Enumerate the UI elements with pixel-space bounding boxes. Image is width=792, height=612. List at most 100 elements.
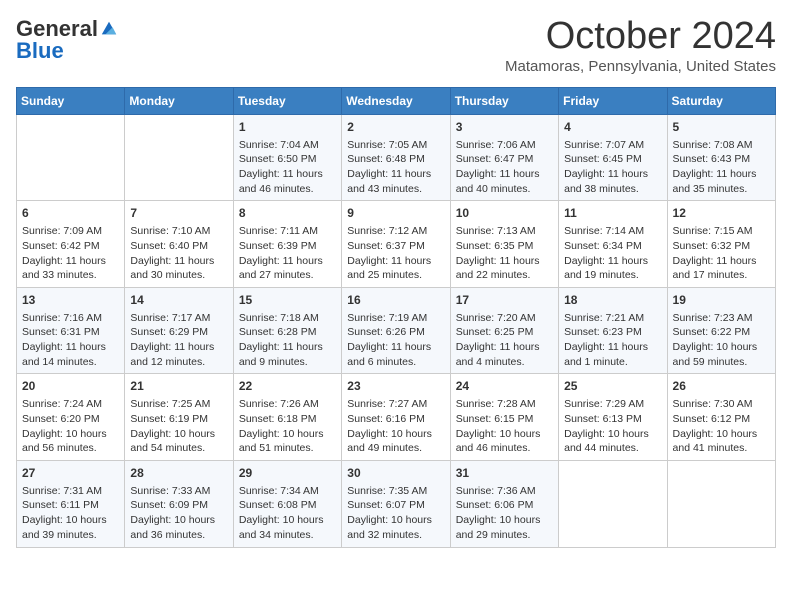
day-info: Sunrise: 7:07 AM Sunset: 6:45 PM Dayligh… [564,138,661,197]
calendar-cell: 29Sunrise: 7:34 AM Sunset: 6:08 PM Dayli… [233,460,341,547]
location-subtitle: Matamoras, Pennsylvania, United States [505,58,776,75]
day-number: 4 [564,119,661,136]
day-number: 31 [456,465,553,482]
calendar-cell: 31 Sunrise: 7:36 AM Sunset: 6:06 PM Dayli… [450,460,558,547]
day-of-week-header: Saturday [667,87,775,114]
calendar-cell: 17 Sunrise: 7:20 AM Sunset: 6:25 PM Dayli… [450,287,558,374]
calendar-week-row: 13Sunrise: 7:16 AM Sunset: 6:31 PM Dayli… [17,287,776,374]
day-number: 24 [456,378,553,395]
day-info: Sunrise: 7:12 AM Sunset: 6:37 PM Dayligh… [347,224,444,283]
calendar-cell: 6 Sunrise: 7:09 AM Sunset: 6:42 PM Daylig… [17,201,125,288]
calendar-cell: 1 Sunrise: 7:04 AM Sunset: 6:50 PM Daylig… [233,114,341,201]
calendar-cell: 13Sunrise: 7:16 AM Sunset: 6:31 PM Dayli… [17,287,125,374]
calendar-week-row: 6 Sunrise: 7:09 AM Sunset: 6:42 PM Daylig… [17,201,776,288]
calendar-week-row: 20 Sunrise: 7:24 AM Sunset: 6:20 PM Dayli… [17,374,776,461]
day-number: 9 [347,205,444,222]
day-info: Sunrise: 7:24 AM Sunset: 6:20 PM Dayligh… [22,397,119,456]
calendar-week-row: 27Sunrise: 7:31 AM Sunset: 6:11 PM Dayli… [17,460,776,547]
day-number: 12 [673,205,770,222]
day-info: Sunrise: 7:34 AM Sunset: 6:08 PM Dayligh… [239,484,336,543]
calendar-cell: 23 Sunrise: 7:27 AM Sunset: 6:16 PM Dayli… [342,374,450,461]
calendar-cell [559,460,667,547]
calendar-cell: 27Sunrise: 7:31 AM Sunset: 6:11 PM Dayli… [17,460,125,547]
day-info: Sunrise: 7:11 AM Sunset: 6:39 PM Dayligh… [239,224,336,283]
day-info: Sunrise: 7:29 AM Sunset: 6:13 PM Dayligh… [564,397,661,456]
day-of-week-header: Wednesday [342,87,450,114]
calendar-cell: 2 Sunrise: 7:05 AM Sunset: 6:48 PM Daylig… [342,114,450,201]
day-of-week-header: Friday [559,87,667,114]
logo-icon [100,20,118,38]
day-number: 10 [456,205,553,222]
day-number: 2 [347,119,444,136]
day-info: Sunrise: 7:06 AM Sunset: 6:47 PM Dayligh… [456,138,553,197]
day-number: 3 [456,119,553,136]
day-info: Sunrise: 7:08 AM Sunset: 6:43 PM Dayligh… [673,138,770,197]
day-number: 14 [130,292,227,309]
calendar-cell: 28 Sunrise: 7:33 AM Sunset: 6:09 PM Dayli… [125,460,233,547]
calendar-cell: 21Sunrise: 7:25 AM Sunset: 6:19 PM Dayli… [125,374,233,461]
day-of-week-header: Thursday [450,87,558,114]
day-number: 18 [564,292,661,309]
day-number: 1 [239,119,336,136]
day-number: 7 [130,205,227,222]
day-number: 15 [239,292,336,309]
calendar-cell: 9 Sunrise: 7:12 AM Sunset: 6:37 PM Daylig… [342,201,450,288]
day-info: Sunrise: 7:13 AM Sunset: 6:35 PM Dayligh… [456,224,553,283]
calendar-cell [667,460,775,547]
calendar-cell [125,114,233,201]
calendar-cell: 26Sunrise: 7:30 AM Sunset: 6:12 PM Dayli… [667,374,775,461]
calendar-cell: 25 Sunrise: 7:29 AM Sunset: 6:13 PM Dayli… [559,374,667,461]
day-info: Sunrise: 7:27 AM Sunset: 6:16 PM Dayligh… [347,397,444,456]
day-number: 26 [673,378,770,395]
day-info: Sunrise: 7:33 AM Sunset: 6:09 PM Dayligh… [130,484,227,543]
day-number: 25 [564,378,661,395]
day-number: 8 [239,205,336,222]
day-info: Sunrise: 7:14 AM Sunset: 6:34 PM Dayligh… [564,224,661,283]
day-number: 5 [673,119,770,136]
calendar-header-row: SundayMondayTuesdayWednesdayThursdayFrid… [17,87,776,114]
calendar-cell [17,114,125,201]
day-info: Sunrise: 7:36 AM Sunset: 6:06 PM Dayligh… [456,484,553,543]
day-info: Sunrise: 7:23 AM Sunset: 6:22 PM Dayligh… [673,311,770,370]
day-info: Sunrise: 7:09 AM Sunset: 6:42 PM Dayligh… [22,224,119,283]
day-info: Sunrise: 7:04 AM Sunset: 6:50 PM Dayligh… [239,138,336,197]
day-info: Sunrise: 7:17 AM Sunset: 6:29 PM Dayligh… [130,311,227,370]
calendar-cell: 4 Sunrise: 7:07 AM Sunset: 6:45 PM Daylig… [559,114,667,201]
day-number: 16 [347,292,444,309]
day-of-week-header: Monday [125,87,233,114]
day-info: Sunrise: 7:28 AM Sunset: 6:15 PM Dayligh… [456,397,553,456]
calendar-cell: 30Sunrise: 7:35 AM Sunset: 6:07 PM Dayli… [342,460,450,547]
calendar-cell: 8 Sunrise: 7:11 AM Sunset: 6:39 PM Daylig… [233,201,341,288]
day-number: 20 [22,378,119,395]
logo-blue-text: Blue [16,38,64,63]
calendar-cell: 22Sunrise: 7:26 AM Sunset: 6:18 PM Dayli… [233,374,341,461]
calendar-cell: 12 Sunrise: 7:15 AM Sunset: 6:32 PM Dayli… [667,201,775,288]
day-info: Sunrise: 7:21 AM Sunset: 6:23 PM Dayligh… [564,311,661,370]
logo: General Blue [16,16,118,64]
calendar-cell: 18 Sunrise: 7:21 AM Sunset: 6:23 PM Dayli… [559,287,667,374]
day-of-week-header: Sunday [17,87,125,114]
month-title: October 2024 [505,16,776,58]
day-number: 11 [564,205,661,222]
calendar-week-row: 1 Sunrise: 7:04 AM Sunset: 6:50 PM Daylig… [17,114,776,201]
calendar-cell: 14 Sunrise: 7:17 AM Sunset: 6:29 PM Dayli… [125,287,233,374]
calendar-cell: 3 Sunrise: 7:06 AM Sunset: 6:47 PM Daylig… [450,114,558,201]
day-info: Sunrise: 7:19 AM Sunset: 6:26 PM Dayligh… [347,311,444,370]
day-info: Sunrise: 7:05 AM Sunset: 6:48 PM Dayligh… [347,138,444,197]
day-info: Sunrise: 7:15 AM Sunset: 6:32 PM Dayligh… [673,224,770,283]
day-number: 6 [22,205,119,222]
day-info: Sunrise: 7:26 AM Sunset: 6:18 PM Dayligh… [239,397,336,456]
calendar-cell: 24 Sunrise: 7:28 AM Sunset: 6:15 PM Dayli… [450,374,558,461]
day-info: Sunrise: 7:10 AM Sunset: 6:40 PM Dayligh… [130,224,227,283]
calendar-cell: 5 Sunrise: 7:08 AM Sunset: 6:43 PM Daylig… [667,114,775,201]
day-info: Sunrise: 7:20 AM Sunset: 6:25 PM Dayligh… [456,311,553,370]
day-number: 17 [456,292,553,309]
day-number: 23 [347,378,444,395]
day-number: 19 [673,292,770,309]
calendar-table: SundayMondayTuesdayWednesdayThursdayFrid… [16,87,776,548]
calendar-cell: 7 Sunrise: 7:10 AM Sunset: 6:40 PM Daylig… [125,201,233,288]
day-info: Sunrise: 7:25 AM Sunset: 6:19 PM Dayligh… [130,397,227,456]
calendar-cell: 16 Sunrise: 7:19 AM Sunset: 6:26 PM Dayli… [342,287,450,374]
day-number: 28 [130,465,227,482]
day-number: 27 [22,465,119,482]
